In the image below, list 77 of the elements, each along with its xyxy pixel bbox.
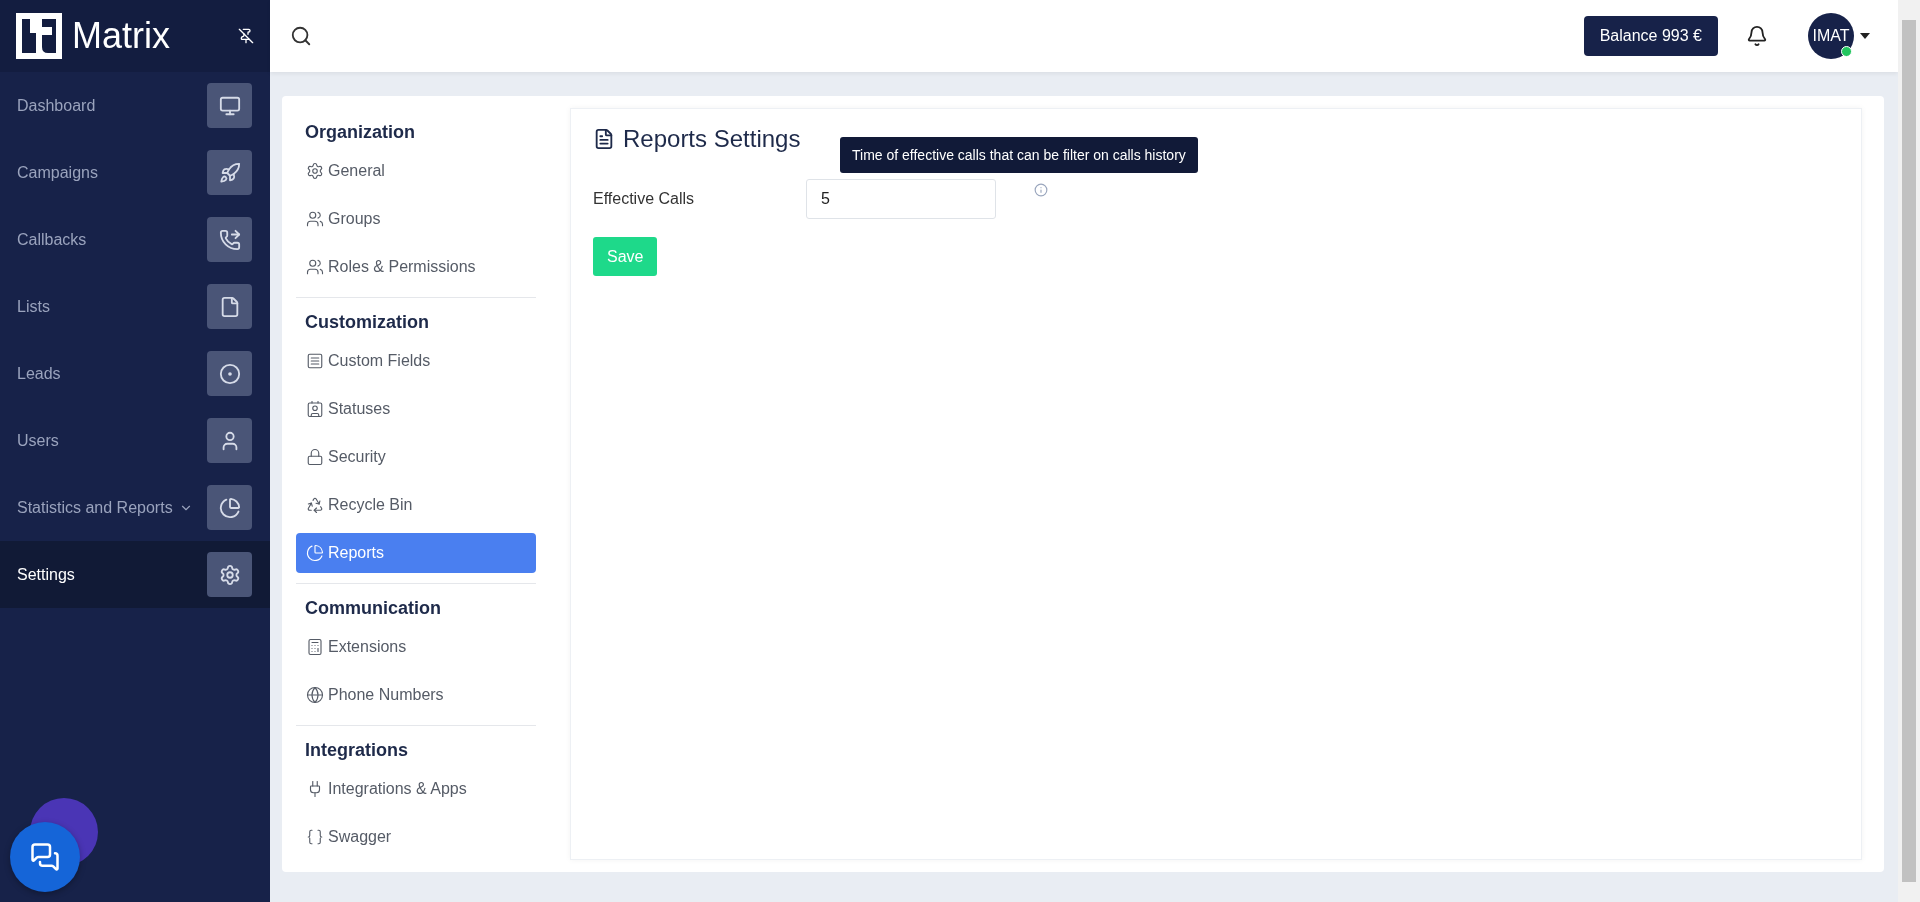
nav-item-label: Recycle Bin [328,496,413,514]
sidebar-item[interactable]: Campaigns [0,139,270,206]
sidebar-item[interactable]: Dashboard [0,72,270,139]
tooltip: Time of effective calls that can be filter on calls history [840,137,1198,173]
sidebar-item[interactable]: Leads [0,340,270,407]
sidebar-item[interactable]: Users [0,407,270,474]
nav-item-label: Integrations & Apps [328,780,467,798]
settings-nav-item[interactable]: Swagger [296,817,536,857]
nav-item-icon [306,352,324,370]
sidebar-label: Users [17,431,59,450]
nav-item-label: Reports [328,544,385,562]
sidebar-label: Campaigns [17,163,98,182]
logo-icon [16,13,62,59]
nav-icon [218,94,241,117]
settings-nav-item[interactable]: Reports [296,533,536,573]
sidebar-item[interactable]: Callbacks [0,206,270,273]
nav-item-label: Statuses [328,400,391,418]
sidebar-item[interactable]: Settings [0,541,270,608]
search-icon[interactable] [290,25,312,47]
section-title: Customization [304,311,430,334]
settings-nav-item[interactable]: Integrations & Apps [296,769,536,809]
nav-item-icon [306,544,324,562]
caret-icon[interactable] [1860,33,1870,39]
sidebar-label: Lists [17,297,50,316]
chat-icon [30,842,60,872]
nav-item-label: Security [328,448,386,466]
panel-title: Reports Settings [623,125,801,153]
settings-nav-item[interactable]: Roles & Permissions [296,247,536,287]
nav-item-label: Swagger [328,828,392,846]
settings-nav-item[interactable]: Custom Fields [296,341,536,381]
nav-item-icon [306,258,324,276]
sidebar-label: Statistics and Reports [17,498,173,517]
avatar-initials: IMAT [1812,27,1850,45]
nav-item-label: Groups [328,210,381,228]
sidebar-item[interactable]: Lists [0,273,270,340]
nav-item-icon [306,162,324,180]
nav-item-icon [306,638,324,656]
nav-icon [218,563,241,586]
settings-nav-item[interactable]: Statuses [296,389,536,429]
section-title: Organization [304,121,416,144]
sidebar-label: Callbacks [17,230,87,249]
balance-button[interactable]: Balance 993 € [1583,16,1718,56]
section-title: Integrations [304,739,409,762]
sidebar-label: Settings [17,565,75,584]
section-title: Communication [304,597,442,620]
avatar[interactable]: IMAT [1808,13,1854,59]
scrollbar[interactable] [1898,0,1920,902]
settings-nav-item[interactable]: Groups [296,199,536,239]
sidebar-label: Dashboard [17,96,96,115]
nav-item-icon [306,448,324,466]
nav-item-label: Extensions [328,638,407,656]
report-file-icon [593,128,615,150]
nav-item-label: Roles & Permissions [328,258,476,276]
pin-icon[interactable] [238,28,254,44]
nav-item-label: Phone Numbers [328,686,444,704]
nav-item-label: General [328,162,385,180]
logo-text: Matrix [72,15,171,57]
bell-icon[interactable] [1746,25,1768,47]
nav-item-icon [306,686,324,704]
nav-icon [218,496,241,519]
field-label: Effective Calls [593,190,696,208]
nav-icon [218,161,241,184]
nav-item-icon [306,210,324,228]
settings-nav-item[interactable]: Recycle Bin [296,485,536,525]
nav-item-icon [306,496,324,514]
nav-item-label: Custom Fields [328,352,431,370]
nav-item-icon [306,828,324,846]
settings-nav-item[interactable]: General [296,151,536,191]
settings-nav-item[interactable]: Security [296,437,536,477]
sidebar-label: Leads [17,364,61,383]
settings-nav-item[interactable]: Extensions [296,627,536,667]
nav-icon [218,362,241,385]
nav-icon [218,228,241,251]
sidebar-item[interactable]: Statistics and Reports [0,474,270,541]
settings-nav-item[interactable]: Phone Numbers [296,675,536,715]
effective-calls-input[interactable]: 5 [806,179,996,219]
nav-item-icon [306,400,324,418]
